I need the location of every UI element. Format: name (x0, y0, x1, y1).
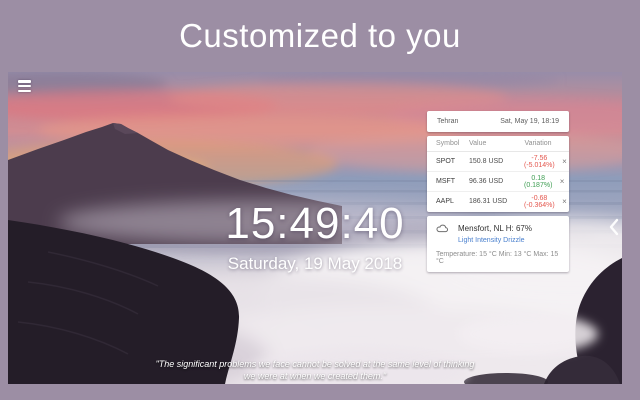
weather-location: Mensfort, NL H: 67% (458, 224, 532, 233)
location-city: Tehran (437, 118, 459, 125)
stock-symbol: SPOT (436, 158, 456, 165)
stock-value: 186.31 USD (469, 198, 508, 205)
menu-button[interactable] (17, 79, 33, 93)
stock-variation: -0.68 (-0.364%) (524, 194, 555, 209)
column-variation: Variation (524, 140, 552, 147)
stock-symbol: AAPL (436, 198, 454, 205)
new-tab-page: 15:49:40 Saturday, 19 May 2018 Tehran Sa… (8, 72, 622, 384)
promo-screenshot: Customized to you 15:49:40 Saturday, 19 … (0, 0, 640, 400)
quote-text: "The significant problems we face cannot… (155, 358, 475, 382)
stock-symbol: MSFT (436, 178, 456, 185)
weather-condition[interactable]: Light Intensity Drizzle (458, 237, 560, 244)
x-icon[interactable]: × (555, 197, 567, 206)
promo-banner: Customized to you (0, 0, 640, 72)
chevron-left-icon[interactable] (608, 218, 620, 236)
stock-variation: 0.18 (0.187%) (524, 174, 553, 189)
city-time-card: Tehran Sat, May 19, 18:19 (427, 111, 569, 132)
location-datetime: Sat, May 19, 18:19 (500, 118, 559, 125)
stock-value: 96.36 USD (469, 178, 504, 185)
stock-value: 150.8 USD (469, 158, 504, 165)
cloud-drizzle-icon (436, 224, 449, 233)
stocks-header-row: Symbol Value Variation (427, 136, 569, 152)
column-value: Value (469, 140, 487, 147)
stock-row: AAPL 186.31 USD -0.68 (-0.364%) × (427, 191, 569, 211)
x-icon[interactable]: × (555, 157, 567, 166)
stocks-widget: Symbol Value Variation SPOT 150.8 USD -7… (427, 136, 569, 212)
info-panel: Tehran Sat, May 19, 18:19 Symbol Value V… (427, 111, 569, 272)
stock-row: SPOT 150.8 USD -7.56 (-5.014%) × (427, 152, 569, 171)
stock-row: MSFT 96.36 USD 0.18 (0.187%) × (427, 171, 569, 191)
stock-variation: -7.56 (-5.014%) (524, 154, 555, 169)
weather-widget: Mensfort, NL H: 67% Light Intensity Driz… (427, 216, 569, 272)
weather-temperatures: Temperature: 15 °C Min: 13 °C Max: 15 °C (436, 251, 559, 265)
hamburger-icon (18, 80, 31, 83)
column-symbol: Symbol (436, 140, 460, 147)
banner-title: Customized to you (179, 17, 461, 54)
x-icon[interactable]: × (552, 177, 565, 186)
